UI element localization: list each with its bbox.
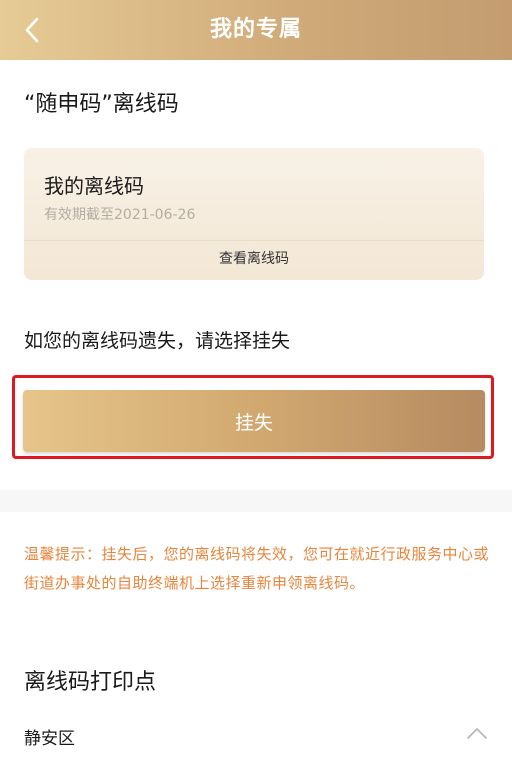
offline-code-card: 我的离线码 有效期截至2021-06-26 查看离线码 [24, 148, 484, 280]
print-points-title: 离线码打印点 [24, 670, 157, 695]
report-loss-button[interactable]: 挂失 [23, 390, 485, 452]
page-title: 我的专属 [209, 17, 302, 42]
card-title: 我的离线码 [44, 174, 144, 198]
view-offline-code-link[interactable]: 查看离线码 [24, 248, 484, 268]
top-bar: 我的专属 [0, 0, 512, 60]
validity-text: 有效期截至2021-06-26 [44, 207, 196, 223]
loss-prompt: 如您的离线码遗失，请选择挂失 [24, 330, 291, 352]
district-row-jingan[interactable]: 静安区 [0, 712, 512, 758]
warm-tip: 温馨提示：挂失后，您的离线码将失效，您可在就近行政服务中心或街道办事处的自助终端… [24, 545, 490, 592]
district-name: 静安区 [24, 729, 75, 749]
chevron-up-icon [467, 728, 487, 739]
section-separator [0, 490, 512, 512]
section-title: “随申码”离线码 [24, 92, 179, 117]
card-divider [24, 240, 484, 241]
